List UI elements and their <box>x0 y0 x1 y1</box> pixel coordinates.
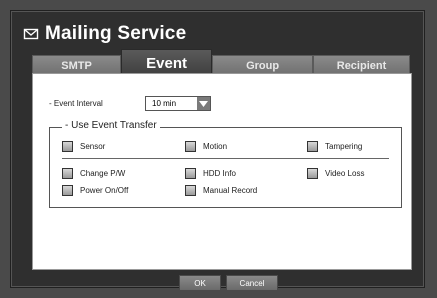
use-event-transfer-title: - Use Event Transfer <box>62 120 160 131</box>
checkbox-label: Tampering <box>325 142 363 151</box>
tab-bar: SMTP Event Group Recipient <box>32 49 410 77</box>
checkbox-power-on-off[interactable]: Power On/Off <box>62 185 128 196</box>
checkbox-manual-record[interactable]: Manual Record <box>185 185 257 196</box>
use-event-transfer-group: - Use Event Transfer Sensor Motion Tampe… <box>49 120 402 208</box>
checkbox-box[interactable] <box>185 185 196 196</box>
cancel-button[interactable]: Cancel <box>226 275 278 291</box>
checkbox-hdd-info[interactable]: HDD Info <box>185 168 236 179</box>
event-panel: - Event Interval 10 min - Use Event Tran… <box>32 73 412 270</box>
checkbox-box[interactable] <box>62 185 73 196</box>
checkbox-box[interactable] <box>62 141 73 152</box>
checkbox-label: Motion <box>203 142 228 151</box>
checkbox-label: Video Loss <box>325 169 365 178</box>
event-interval-value: 10 min <box>152 99 177 108</box>
checkbox-label: Power On/Off <box>80 186 129 195</box>
checkbox-label: Sensor <box>80 142 106 151</box>
envelope-icon <box>23 26 39 42</box>
event-interval-select[interactable]: 10 min <box>145 96 211 111</box>
checkbox-change-pw[interactable]: Change P/W <box>62 168 125 179</box>
checkbox-box[interactable] <box>185 168 196 179</box>
checkbox-box[interactable] <box>185 141 196 152</box>
checkbox-label: Manual Record <box>203 186 258 195</box>
checkbox-video-loss[interactable]: Video Loss <box>307 168 364 179</box>
divider <box>62 158 389 159</box>
checkbox-sensor[interactable]: Sensor <box>62 141 105 152</box>
mailing-service-window: Mailing Service SMTP Event Group Recipie… <box>10 10 425 291</box>
ok-button[interactable]: OK <box>179 275 221 291</box>
checkbox-label: Change P/W <box>80 169 126 178</box>
checkbox-motion[interactable]: Motion <box>185 141 227 152</box>
checkbox-box[interactable] <box>62 168 73 179</box>
checkbox-label: HDD Info <box>203 169 236 178</box>
event-interval-label: - Event Interval <box>49 99 103 108</box>
page-title: Mailing Service <box>45 23 187 44</box>
title-bar: Mailing Service <box>23 21 186 47</box>
checkbox-box[interactable] <box>307 141 318 152</box>
checkbox-box[interactable] <box>307 168 318 179</box>
event-interval-row: - Event Interval 10 min <box>49 96 211 111</box>
chevron-down-icon[interactable] <box>197 97 210 110</box>
checkbox-tampering[interactable]: Tampering <box>307 141 362 152</box>
